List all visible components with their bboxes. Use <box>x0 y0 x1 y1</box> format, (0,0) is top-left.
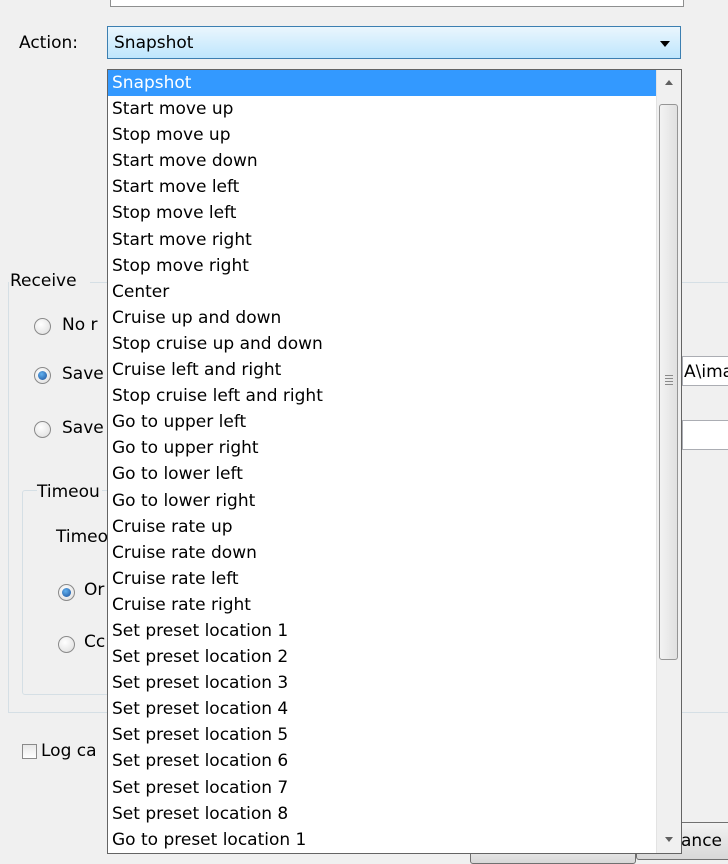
dropdown-option[interactable]: Start move left <box>108 174 656 200</box>
dropdown-option[interactable]: Go to lower right <box>108 488 656 514</box>
dropdown-option[interactable]: Set preset location 3 <box>108 670 656 696</box>
dropdown-option[interactable]: Cruise rate right <box>108 592 656 618</box>
dropdown-option[interactable]: Start move up <box>108 96 656 122</box>
dropdown-scrollbar[interactable] <box>656 70 681 853</box>
dropdown-option[interactable]: Go to upper right <box>108 435 656 461</box>
chevron-up-icon <box>665 80 673 85</box>
chevron-down-icon[interactable] <box>660 41 670 47</box>
log-checkbox[interactable] <box>22 744 37 759</box>
save-path-field-2[interactable] <box>682 420 728 450</box>
dropdown-option[interactable]: Set preset location 8 <box>108 801 656 827</box>
dropdown-option[interactable]: Cruise up and down <box>108 305 656 331</box>
dropdown-option[interactable]: Go to upper left <box>108 409 656 435</box>
scrollbar-thumb[interactable] <box>659 104 678 660</box>
receive-radio-save-1-label: Save <box>62 364 104 384</box>
dropdown-option[interactable]: Set preset location 7 <box>108 775 656 801</box>
save-path-value: A\ima <box>684 362 728 382</box>
dropdown-option[interactable]: Stop move up <box>108 122 656 148</box>
dropdown-option[interactable]: Cruise rate down <box>108 540 656 566</box>
dropdown-option[interactable]: Cruise left and right <box>108 357 656 383</box>
receive-radio-save-1[interactable] <box>34 367 51 384</box>
timeout-field-label: Timeo <box>56 527 109 547</box>
scroll-down-button[interactable] <box>657 829 681 853</box>
dropdown-option[interactable]: Stop cruise left and right <box>108 383 656 409</box>
dropdown-option[interactable]: Center <box>108 279 656 305</box>
receive-radio-no-label: No r <box>62 315 98 335</box>
chevron-down-icon <box>665 837 673 842</box>
timeout-group-label: Timeou <box>37 482 102 502</box>
top-text-field[interactable] <box>110 0 684 7</box>
action-label: Action: <box>19 33 78 53</box>
timeout-radio-2[interactable] <box>58 636 75 653</box>
dropdown-option[interactable]: Start move down <box>108 148 656 174</box>
dropdown-option[interactable]: Cruise rate left <box>108 566 656 592</box>
dropdown-option[interactable]: Set preset location 6 <box>108 748 656 774</box>
receive-group-border-left <box>8 282 9 712</box>
action-combobox-value: Snapshot <box>114 33 194 53</box>
save-path-field[interactable]: A\ima <box>682 356 728 386</box>
dropdown-option[interactable]: Snapshot <box>108 70 656 97</box>
dropdown-option[interactable]: Set preset location 5 <box>108 722 656 748</box>
grip-icon <box>665 375 673 385</box>
receive-group-label: Receive <box>10 271 77 291</box>
action-dropdown-list[interactable]: Snapshot Start move up Stop move up Start m… <box>107 69 682 854</box>
dropdown-option[interactable]: Set preset location 2 <box>108 644 656 670</box>
timeout-radio-1[interactable] <box>58 584 75 601</box>
dropdown-option[interactable]: Start move right <box>108 227 656 253</box>
cancel-button-label: ance <box>681 831 722 851</box>
dropdown-option[interactable]: Stop move right <box>108 253 656 279</box>
timeout-radio-2-label: Cc <box>84 632 106 652</box>
action-combobox[interactable]: Snapshot <box>107 26 681 59</box>
dropdown-option[interactable]: Stop move left <box>108 200 656 226</box>
dropdown-option[interactable]: Set preset location 1 <box>108 618 656 644</box>
dropdown-options: Snapshot Start move up Stop move up Start m… <box>108 70 656 853</box>
receive-radio-save-2[interactable] <box>34 421 51 438</box>
log-checkbox-label: Log ca <box>41 741 97 761</box>
dropdown-option[interactable]: Stop cruise up and down <box>108 331 656 357</box>
scroll-up-button[interactable] <box>657 70 681 94</box>
dropdown-option[interactable]: Go to lower left <box>108 461 656 487</box>
timeout-radio-1-label: Or <box>84 580 105 600</box>
receive-radio-save-2-label: Save <box>62 418 104 438</box>
receive-radio-no[interactable] <box>34 318 51 335</box>
dropdown-option[interactable]: Set preset location 4 <box>108 696 656 722</box>
dropdown-option[interactable]: Go to preset location 1 <box>108 827 656 853</box>
dropdown-option[interactable]: Cruise rate up <box>108 514 656 540</box>
